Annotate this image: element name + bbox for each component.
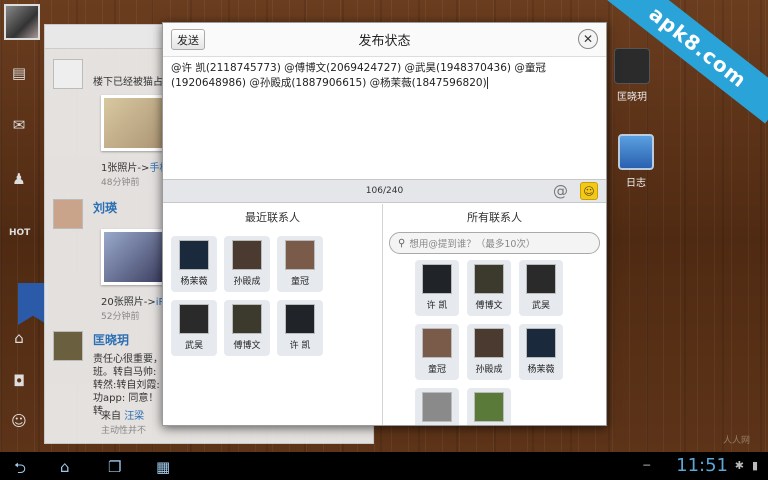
search-placeholder: 想用@提到谁？（最多10次） xyxy=(409,239,536,250)
recent-contacts-title: 最近联系人 xyxy=(245,211,300,224)
screenshot-icon[interactable]: ▦ xyxy=(156,458,170,476)
contact-avatar xyxy=(179,240,209,270)
contact-avatar xyxy=(474,264,504,294)
contact-avatar xyxy=(179,304,209,334)
post-author[interactable]: 刘瑛 xyxy=(93,199,117,216)
post-author[interactable]: 匡晓玥 xyxy=(93,331,129,348)
contact-card[interactable]: 孙殿成 xyxy=(467,324,511,380)
contact-card[interactable]: 栾晓星 xyxy=(467,388,511,425)
recent-contacts-panel: 最近联系人 杨茉薇 孙殿成 童冠武昊 傅博文 许 凯 xyxy=(163,204,383,425)
mention-icon[interactable]: @ xyxy=(553,182,568,200)
contact-card[interactable]: 武昊 xyxy=(171,300,217,356)
system-bar: ⮌ ⌂ ❐ ▦ ─ 11:51 ✱ ▮ xyxy=(0,452,768,480)
profile-thumbnail-icon xyxy=(614,48,650,84)
minimize-icon: ─ xyxy=(643,459,650,472)
home-nav-icon[interactable]: ⌂ xyxy=(60,458,70,476)
contact-card[interactable]: 童冠 xyxy=(415,324,459,380)
contact-card[interactable]: 杨茉薇 xyxy=(519,324,563,380)
post-link[interactable]: 1张照片->手机 xyxy=(101,159,169,174)
contact-avatar xyxy=(422,392,452,422)
contact-name: 许 凯 xyxy=(426,301,448,311)
contact-name: 孙殿成 xyxy=(475,365,503,375)
text-caret xyxy=(486,77,488,89)
camera-icon[interactable]: ◘ xyxy=(8,370,30,392)
all-contacts-title: 所有联系人 xyxy=(467,211,522,224)
contact-name: 杨茉薇 xyxy=(527,365,555,375)
clock[interactable]: 11:51 xyxy=(676,455,728,476)
contact-avatar xyxy=(285,240,315,270)
app-label: 匡晓玥 xyxy=(617,92,647,103)
contact-avatar xyxy=(474,392,504,422)
smiley-icon[interactable]: ☺ xyxy=(580,182,598,200)
contact-avatar xyxy=(422,328,452,358)
all-contacts-panel: 所有联系人 ⚲ 想用@提到谁？（最多10次） 许 凯 傅博文 武昊童冠 孙殿成 杨茉薇崔… xyxy=(383,204,606,425)
contact-card[interactable]: 童冠 xyxy=(277,236,323,292)
contact-avatar xyxy=(474,328,504,358)
char-counter: 106/240 xyxy=(365,186,404,196)
avatar[interactable] xyxy=(53,59,83,89)
send-button[interactable]: 发送 xyxy=(171,29,205,50)
close-icon[interactable]: ✕ xyxy=(578,29,598,49)
recent-contacts-grid: 杨茉薇 孙殿成 童冠武昊 傅博文 许 凯 xyxy=(163,230,382,364)
contact-card[interactable]: 许 凯 xyxy=(415,260,459,316)
contact-search-input[interactable]: ⚲ 想用@提到谁？（最多10次） xyxy=(389,232,600,254)
contact-card[interactable]: 武昊 xyxy=(519,260,563,316)
chat-icon[interactable]: ☺ xyxy=(8,410,30,432)
contact-name: 武昊 xyxy=(184,341,203,351)
home-icon[interactable]: ⌂ xyxy=(8,327,30,349)
contacts-area: 最近联系人 杨茉薇 孙殿成 童冠 武昊 傅博文许 凯 所有联系人 ⚲ 想用@提到谁？（最… xyxy=(163,204,606,425)
contact-name: 杨茉薇 xyxy=(180,277,208,287)
comment-icon[interactable]: ✉ xyxy=(8,114,30,136)
contact-name: 童冠 xyxy=(290,277,309,287)
compose-dialog: 发送 发布状态 ✕ @许 凯(2118745773) @傅博文(20694247… xyxy=(162,22,607,426)
avatar[interactable] xyxy=(53,199,83,229)
status-text-area[interactable]: @许 凯(2118745773) @傅博文(2069424727) @武昊(19… xyxy=(163,57,606,179)
contact-name: 武昊 xyxy=(531,301,550,311)
dialog-title: 发布状态 xyxy=(358,34,411,49)
left-rail: ▤ ✉ ♟ HOT ⌂ ◘ ☺ xyxy=(0,0,48,452)
contact-avatar xyxy=(232,240,262,270)
contact-card[interactable]: 孙殿成 xyxy=(224,236,270,292)
battery-icon: ▮ xyxy=(751,459,758,472)
post-timestamp: 48分钟前 xyxy=(101,178,140,188)
contact-name: 许 凯 xyxy=(289,341,311,351)
compose-toolbar: 106/240 @ ☺ xyxy=(163,179,606,203)
post-source[interactable]: 来自 汪梁 xyxy=(101,407,144,422)
avatar[interactable] xyxy=(53,331,83,361)
contact-avatar xyxy=(526,264,556,294)
desktop-app-profile[interactable]: 匡晓玥 xyxy=(612,48,652,103)
feed-icon[interactable]: ▤ xyxy=(8,62,30,84)
journal-icon xyxy=(618,134,654,170)
contact-name: 傅博文 xyxy=(475,301,503,311)
contact-name: 童冠 xyxy=(427,365,446,375)
contact-card[interactable]: 傅博文 xyxy=(224,300,270,356)
post-snippet: 主动性并不 xyxy=(101,426,147,436)
contact-card[interactable]: 杨茉薇 xyxy=(171,236,217,292)
profile-icon[interactable]: ♟ xyxy=(8,168,30,190)
recent-apps-icon[interactable]: ❐ xyxy=(108,458,121,476)
contact-name: 孙殿成 xyxy=(233,277,261,287)
bluetooth-icon: ✱ xyxy=(734,459,744,472)
back-icon[interactable]: ⮌ xyxy=(14,458,26,480)
contact-card[interactable]: 崔岑★ALLEN丶 xyxy=(415,388,459,425)
renren-watermark: 人人网 xyxy=(722,436,750,446)
all-contacts-grid: 许 凯 傅博文 武昊童冠 孙殿成 杨茉薇崔岑★ALLEN丶栾晓星 xyxy=(383,260,606,425)
contact-avatar xyxy=(526,328,556,358)
contact-avatar xyxy=(422,264,452,294)
contact-name: 傅博文 xyxy=(233,341,261,351)
desktop-app-journal[interactable]: 日志 xyxy=(616,134,656,189)
contact-card[interactable]: 许 凯 xyxy=(277,300,323,356)
app-label: 日志 xyxy=(626,178,646,189)
compose-text: @许 凯(2118745773) @傅博文(2069424727) @武昊(19… xyxy=(171,62,546,89)
contact-card[interactable]: 傅博文 xyxy=(467,260,511,316)
contact-avatar xyxy=(285,304,315,334)
hot-label[interactable]: HOT xyxy=(9,228,30,238)
user-avatar[interactable] xyxy=(4,4,40,40)
post-timestamp: 52分钟前 xyxy=(101,312,140,322)
dialog-header: 发送 发布状态 ✕ xyxy=(163,23,606,57)
search-icon: ⚲ xyxy=(398,237,406,249)
contact-avatar xyxy=(232,304,262,334)
